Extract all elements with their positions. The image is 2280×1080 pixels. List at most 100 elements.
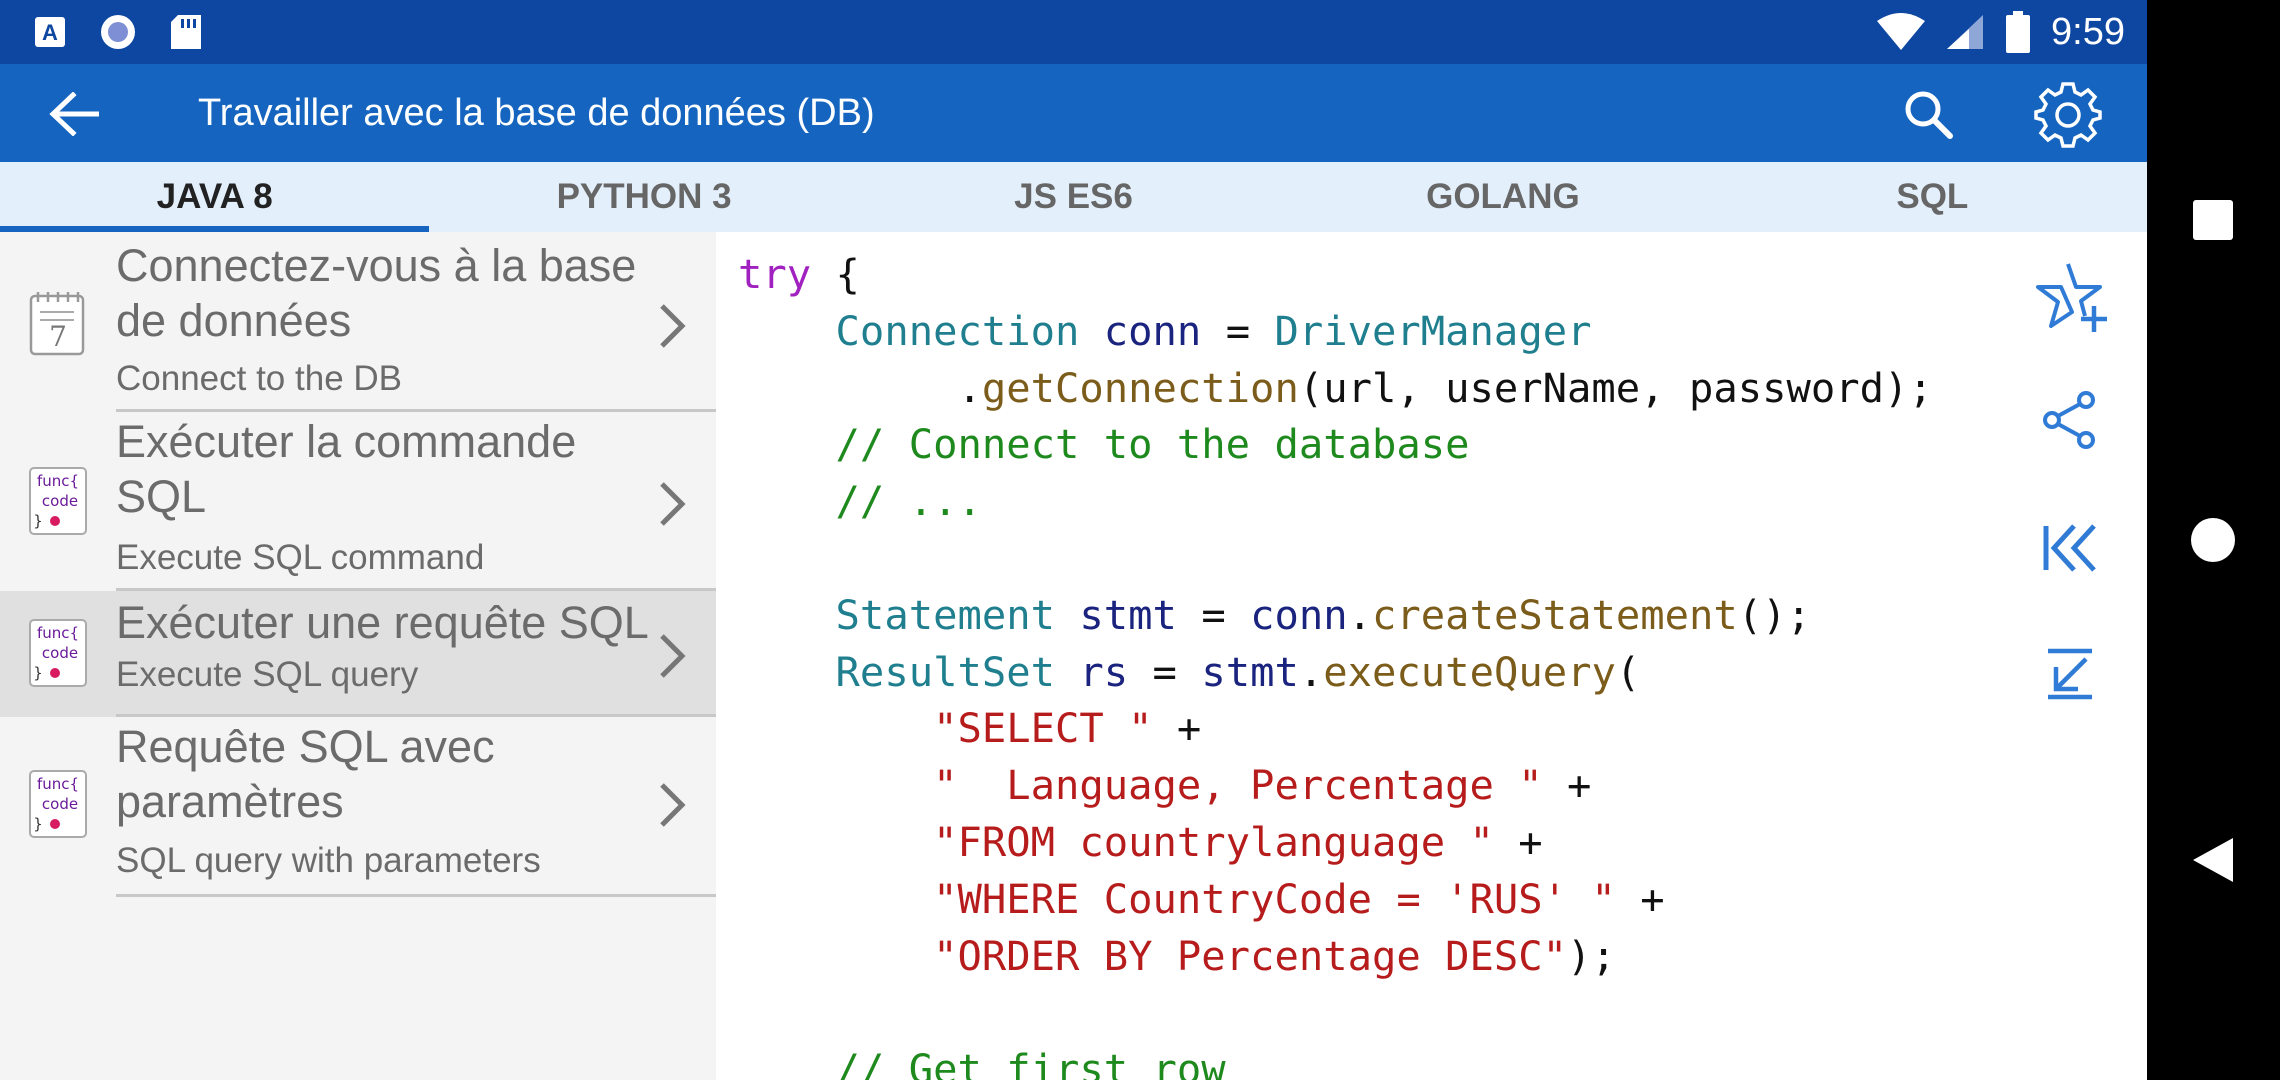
code-line: .getConnection(url, userName, password); <box>738 363 1933 412</box>
list-item-subtitle: Connect to the DB <box>116 359 402 398</box>
code-token: + <box>1542 761 1592 810</box>
svg-text:func{: func{ <box>37 472 79 490</box>
chevron-right-icon <box>652 296 692 356</box>
tab-java-8[interactable]: JAVA 8 <box>0 162 430 232</box>
list-item-subtitle: SQL query with parameters <box>116 841 541 880</box>
code-token: (); <box>1737 590 1811 639</box>
func-code-icon: func{ code } <box>28 618 88 688</box>
collapse-button[interactable] <box>2030 633 2110 713</box>
code-token: "ORDER BY Percentage DESC" <box>933 931 1568 980</box>
signal-icon <box>1945 12 1985 52</box>
code-token: executeQuery <box>1323 647 1616 696</box>
list-item-execute-query[interactable]: func{ code } Exécuter une requête SQL Ex… <box>0 591 716 717</box>
code-token: // ... <box>835 477 982 526</box>
code-token: Connection <box>835 306 1080 355</box>
app-bar: Travailler avec la base de données (DB) <box>0 64 2147 162</box>
code-token: try <box>738 250 812 298</box>
code-token: conn <box>1103 306 1202 355</box>
code-line: Connection conn = DriverManager <box>738 306 1592 355</box>
settings-button[interactable] <box>2032 78 2104 150</box>
func-code-icon: func{ code } <box>28 466 88 536</box>
status-time: 9:59 <box>2051 10 2125 53</box>
list-item-connect-db[interactable]: 7 Connectez-vous à la base de données Co… <box>0 232 716 412</box>
system-back-button[interactable] <box>2173 820 2253 900</box>
svg-text:code: code <box>42 644 78 662</box>
code-line: // Connect to the database <box>738 420 1470 468</box>
status-left-icons: A <box>30 12 206 52</box>
svg-text:code: code <box>42 795 78 813</box>
list-item-title: Requête SQL avec paramètres <box>116 721 495 827</box>
search-button[interactable] <box>1896 82 1960 146</box>
code-line: "WHERE CountryCode = 'RUS' " + <box>738 875 1665 923</box>
chevron-right-icon <box>652 474 692 534</box>
list-item-execute-command[interactable]: func{ code } Exécuter la commande SQL Ex… <box>0 412 716 591</box>
code-token: "SELECT " <box>933 704 1153 753</box>
wifi-icon <box>1875 12 1927 52</box>
code-line: "SELECT " + <box>738 704 1201 752</box>
svg-text:}: } <box>33 664 43 682</box>
svg-text:func{: func{ <box>37 775 79 793</box>
code-token: + <box>1152 704 1202 753</box>
code-token: DriverManager <box>1274 306 1592 355</box>
code-token: rs <box>1079 647 1129 696</box>
status-right-icons: 9:59 <box>1875 8 2125 56</box>
code-token: { <box>811 250 860 298</box>
tab-sql[interactable]: SQL <box>1718 162 2147 232</box>
code-token: + <box>1493 817 1543 866</box>
recents-button[interactable] <box>2173 180 2253 260</box>
go-to-first-button[interactable] <box>2030 508 2110 588</box>
search-icon <box>1905 91 1953 139</box>
list-item-query-parameters[interactable]: func{ code } Requête SQL avec paramètres… <box>0 717 716 897</box>
code-viewer[interactable]: try { Connection conn = DriverManager .g… <box>716 232 2147 1080</box>
svg-text:7: 7 <box>49 320 67 353</box>
code-line: // ... <box>738 477 982 525</box>
code-token: createStatement <box>1372 590 1738 639</box>
code-line: try { <box>738 250 860 298</box>
notepad-icon: 7 <box>28 290 88 360</box>
code-line: ResultSet rs = stmt.executeQuery( <box>738 647 1641 696</box>
code-token: ResultSet <box>835 647 1055 696</box>
code-token: ( <box>1615 647 1641 696</box>
skip-first-icon <box>2043 524 2096 572</box>
code-token: ); <box>1567 931 1616 980</box>
code-line: " Language, Percentage " + <box>738 761 1591 809</box>
star-add-icon <box>2036 263 2107 332</box>
svg-text:code: code <box>42 492 78 510</box>
system-nav-bar <box>2147 0 2280 1080</box>
back-button[interactable] <box>44 84 104 144</box>
code-token: Statement <box>835 590 1055 639</box>
code-token: "FROM countrylanguage " <box>933 817 1494 866</box>
code-token: + <box>1615 874 1665 923</box>
share-button[interactable] <box>2030 380 2110 460</box>
tab-golang[interactable]: GOLANG <box>1288 162 1717 232</box>
code-line: Statement stmt = conn.createStatement(); <box>738 591 1811 639</box>
home-button[interactable] <box>2173 500 2253 580</box>
tab-js-es6[interactable]: JS ES6 <box>859 162 1288 232</box>
code-token: conn <box>1250 590 1348 639</box>
add-favorite-button[interactable] <box>2030 258 2110 338</box>
code-token: "WHERE CountryCode = 'RUS' " <box>933 874 1616 923</box>
circle-home-icon <box>2191 518 2235 562</box>
code-token: stmt <box>1079 590 1177 639</box>
code-token: (url, userName, password); <box>1298 363 1933 412</box>
collapse-icon <box>2048 648 2092 700</box>
svg-text:}: } <box>33 512 43 530</box>
page-title: Travailler avec la base de données (DB) <box>198 92 875 134</box>
gear-icon <box>2034 82 2102 148</box>
tab-python-3[interactable]: PYTHON 3 <box>429 162 858 232</box>
list-item-title: Exécuter la commande SQL <box>116 416 577 522</box>
svg-text:func{: func{ <box>37 624 79 642</box>
code-token: = <box>1176 590 1251 639</box>
code-token: . <box>738 363 982 412</box>
